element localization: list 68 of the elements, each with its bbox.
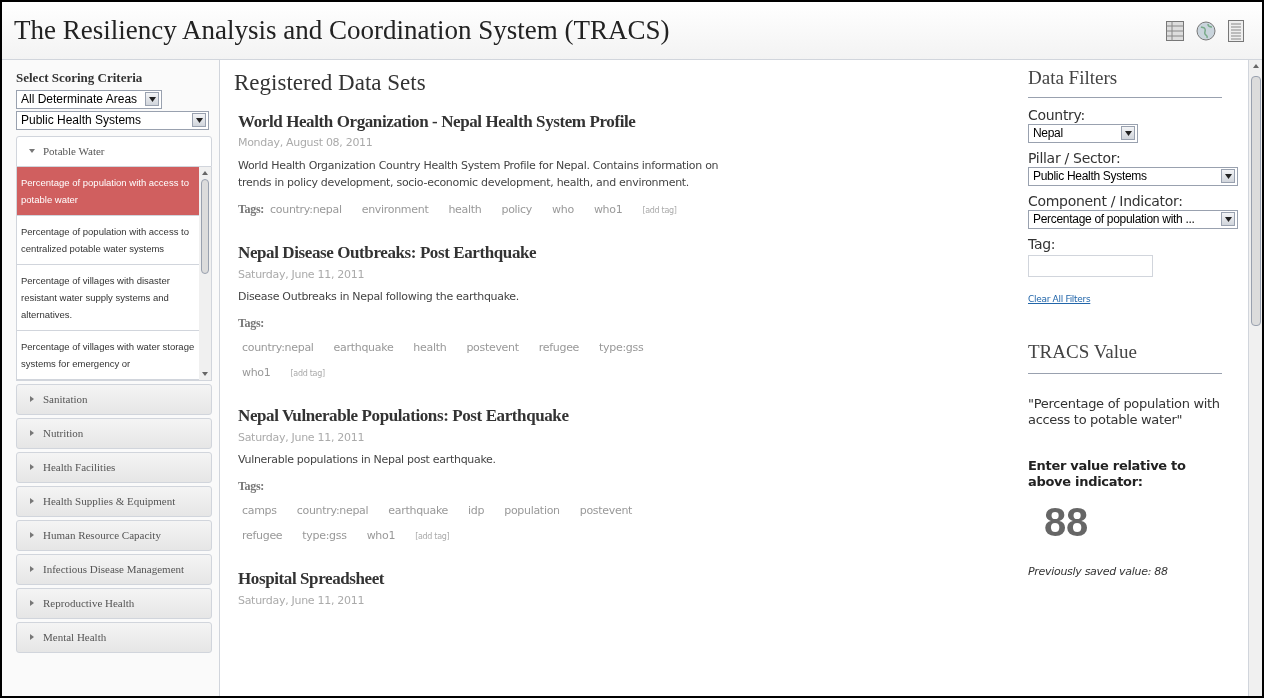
page-heading: Registered Data Sets	[234, 69, 427, 97]
accordion-header[interactable]: Sanitation	[16, 383, 212, 415]
indicator-item[interactable]: Percentage of population with access to potable water	[17, 166, 199, 216]
filter-select[interactable]: Public Health Systems	[1028, 166, 1238, 186]
tag-link[interactable]: policy	[501, 201, 533, 218]
tag-link[interactable]: health	[448, 201, 482, 218]
dataset-date: Saturday, June 11, 2011	[238, 592, 366, 609]
add-tag-link[interactable]: [add tag]	[642, 204, 677, 217]
tag-link[interactable]: population	[504, 503, 560, 520]
tag-link[interactable]: type:gss	[302, 527, 347, 544]
tag-link[interactable]: who	[552, 201, 574, 218]
area-select[interactable]: All Determinate Areas	[16, 89, 162, 109]
filter-label: Country:	[1028, 105, 1086, 124]
accordion-header[interactable]: Infectious Disease Management	[16, 553, 212, 585]
tag-link[interactable]: who1	[366, 527, 396, 544]
accordion-header[interactable]: Mental Health	[16, 621, 212, 653]
clear-filters-link[interactable]: Clear All Filters	[1028, 292, 1222, 306]
tag-link[interactable]: type:gss	[599, 340, 644, 357]
filter-select[interactable]: Percentage of population with ...	[1028, 209, 1238, 229]
tags-label: Tags:	[238, 200, 265, 218]
tags-label: Tags:	[238, 315, 266, 332]
tag-link[interactable]: camps	[242, 503, 277, 520]
tag-link[interactable]: earthquake	[388, 503, 449, 520]
add-tag-link[interactable]: [add tag]	[290, 367, 325, 380]
previous-value: Previously saved value: 88	[1028, 563, 1169, 580]
filter-select[interactable]: Nepal	[1028, 123, 1138, 143]
system-select[interactable]: Public Health Systems	[16, 110, 209, 130]
dataset-title[interactable]: Nepal Vulnerable Populations: Post Earthquake	[238, 403, 1012, 429]
dataset-date: Saturday, June 11, 2011	[238, 266, 366, 283]
dataset-title[interactable]: Hospital Spreadsheet	[238, 566, 1012, 592]
accordion-header[interactable]: Health Supplies & Equipment	[16, 485, 212, 517]
add-tag-link[interactable]: [add tag]	[415, 530, 450, 543]
dataset-date: Monday, August 08, 2011	[238, 135, 374, 151]
value-input[interactable]: 88	[1044, 497, 1222, 546]
tag-link[interactable]: country:nepal	[242, 340, 314, 357]
dataset-description: Vulnerable populations in Nepal post earthquake.	[238, 452, 497, 468]
tag-link[interactable]: health	[413, 340, 447, 357]
filters-heading: Data Filters	[1028, 64, 1222, 98]
accordion-header[interactable]: Nutrition	[16, 417, 212, 449]
tag-link[interactable]: idp	[468, 503, 485, 520]
dataset-title[interactable]: Nepal Disease Outbreaks: Post Earthquake	[238, 240, 1012, 266]
tag-link[interactable]: who1	[242, 364, 271, 381]
tag-link[interactable]: postevent	[466, 340, 519, 357]
indicator-quote: "Percentage of population with access to potable water"	[1028, 395, 1221, 428]
accordion-header[interactable]: Reproductive Health	[16, 587, 212, 619]
filter-label: Pillar / Sector:	[1028, 148, 1122, 167]
tags-label: Tags:	[238, 478, 266, 495]
tag-link[interactable]: refugee	[242, 527, 283, 544]
accordion-header[interactable]: Potable Water	[16, 135, 212, 167]
tag-link[interactable]: postevent	[579, 503, 633, 520]
app-title: The Resiliency Analysis and Coordination System (TRACS)	[14, 14, 670, 48]
tag-link[interactable]: earthquake	[333, 340, 394, 357]
accordion-header[interactable]: Health Facilities	[16, 451, 212, 483]
tag-link[interactable]: environment	[361, 201, 429, 218]
accordion-header[interactable]: Human Resource Capacity	[16, 519, 212, 551]
filter-label: Component / Indicator:	[1028, 191, 1184, 210]
dataset-title[interactable]: World Health Organization - Nepal Health System Profile	[238, 108, 1012, 134]
tag-link[interactable]: country:nepal	[270, 201, 342, 218]
dataset-description: World Health Organization Country Health System Profile for Nepal. Contains information on trends in policy development, socio-economic development, health, and environment.	[238, 157, 720, 191]
filter-label: Tag:	[1028, 234, 1057, 253]
tag-link[interactable]: country:nepal	[296, 503, 369, 520]
dataset-description: Disease Outbreaks in Nepal following the earthquake.	[238, 289, 521, 305]
tag-link[interactable]: who1	[593, 201, 623, 218]
value-prompt: Enter value relative to above indicator:	[1028, 457, 1187, 490]
tracs-value-heading: TRACS Value	[1028, 338, 1222, 374]
tag-link[interactable]: refugee	[538, 340, 580, 357]
dataset-date: Saturday, June 11, 2011	[238, 429, 366, 446]
sidebar-heading: Select Scoring Criteria	[16, 69, 144, 87]
